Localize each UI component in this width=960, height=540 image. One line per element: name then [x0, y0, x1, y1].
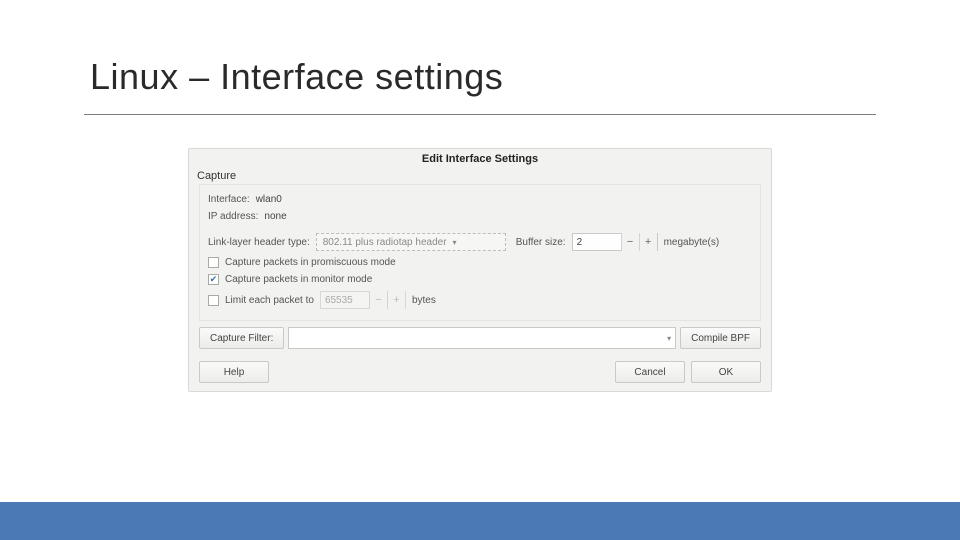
title-underline — [84, 114, 876, 115]
page-title: Linux – Interface settings — [90, 56, 503, 98]
ip-address-value: none — [264, 211, 286, 222]
capture-filter-row: Capture Filter: ▾ Compile BPF — [199, 327, 761, 349]
monitor-checkbox[interactable] — [208, 274, 219, 285]
limit-input[interactable] — [321, 292, 369, 308]
buffer-size-unit: megabyte(s) — [664, 237, 720, 248]
monitor-label: Capture packets in monitor mode — [225, 274, 372, 285]
buffer-size-input[interactable] — [573, 234, 621, 250]
ip-address-label: IP address: — [208, 211, 258, 222]
capture-group-label: Capture — [189, 167, 771, 184]
help-button[interactable]: Help — [199, 361, 269, 383]
buffer-size-label: Buffer size: — [516, 237, 566, 248]
chevron-down-icon: ▾ — [667, 334, 671, 343]
capture-filter-combo[interactable]: ▾ — [288, 327, 676, 349]
limit-stepper[interactable]: − + — [320, 291, 406, 309]
buffer-size-decrement[interactable]: − — [621, 233, 639, 251]
limit-increment[interactable]: + — [387, 291, 405, 309]
linklayer-row: Link-layer header type: 802.11 plus radi… — [208, 225, 752, 254]
interface-value: wlan0 — [256, 194, 282, 205]
footer-band — [0, 502, 960, 540]
promiscuous-label: Capture packets in promiscuous mode — [225, 257, 396, 268]
linklayer-label: Link-layer header type: — [208, 237, 310, 248]
linklayer-select-value: 802.11 plus radiotap header — [323, 237, 447, 248]
ok-button[interactable]: OK — [691, 361, 761, 383]
monitor-row: Capture packets in monitor mode — [208, 271, 752, 288]
limit-checkbox[interactable] — [208, 295, 219, 306]
dialog-button-bar: Help Cancel OK — [189, 355, 771, 391]
promiscuous-row: Capture packets in promiscuous mode — [208, 254, 752, 271]
limit-decrement[interactable]: − — [369, 291, 387, 309]
edit-interface-settings-dialog: Edit Interface Settings Capture Interfac… — [188, 148, 772, 392]
promiscuous-checkbox[interactable] — [208, 257, 219, 268]
dialog-title: Edit Interface Settings — [189, 149, 771, 167]
compile-bpf-button[interactable]: Compile BPF — [680, 327, 761, 349]
ip-address-row: IP address: none — [208, 208, 752, 225]
button-bar-spacer — [275, 361, 609, 383]
limit-label: Limit each packet to — [225, 295, 314, 306]
limit-unit: bytes — [412, 295, 436, 306]
capture-group: Interface: wlan0 IP address: none Link-l… — [199, 184, 761, 321]
slide: Linux – Interface settings Edit Interfac… — [0, 0, 960, 540]
linklayer-select[interactable]: 802.11 plus radiotap header ▾ — [316, 233, 506, 251]
chevron-down-icon: ▾ — [453, 238, 457, 247]
buffer-size-increment[interactable]: + — [639, 233, 657, 251]
limit-row: Limit each packet to − + bytes — [208, 288, 752, 312]
capture-filter-button[interactable]: Capture Filter: — [199, 327, 284, 349]
interface-row: Interface: wlan0 — [208, 191, 752, 208]
cancel-button[interactable]: Cancel — [615, 361, 685, 383]
buffer-size-stepper[interactable]: − + — [572, 233, 658, 251]
interface-label: Interface: — [208, 194, 250, 205]
